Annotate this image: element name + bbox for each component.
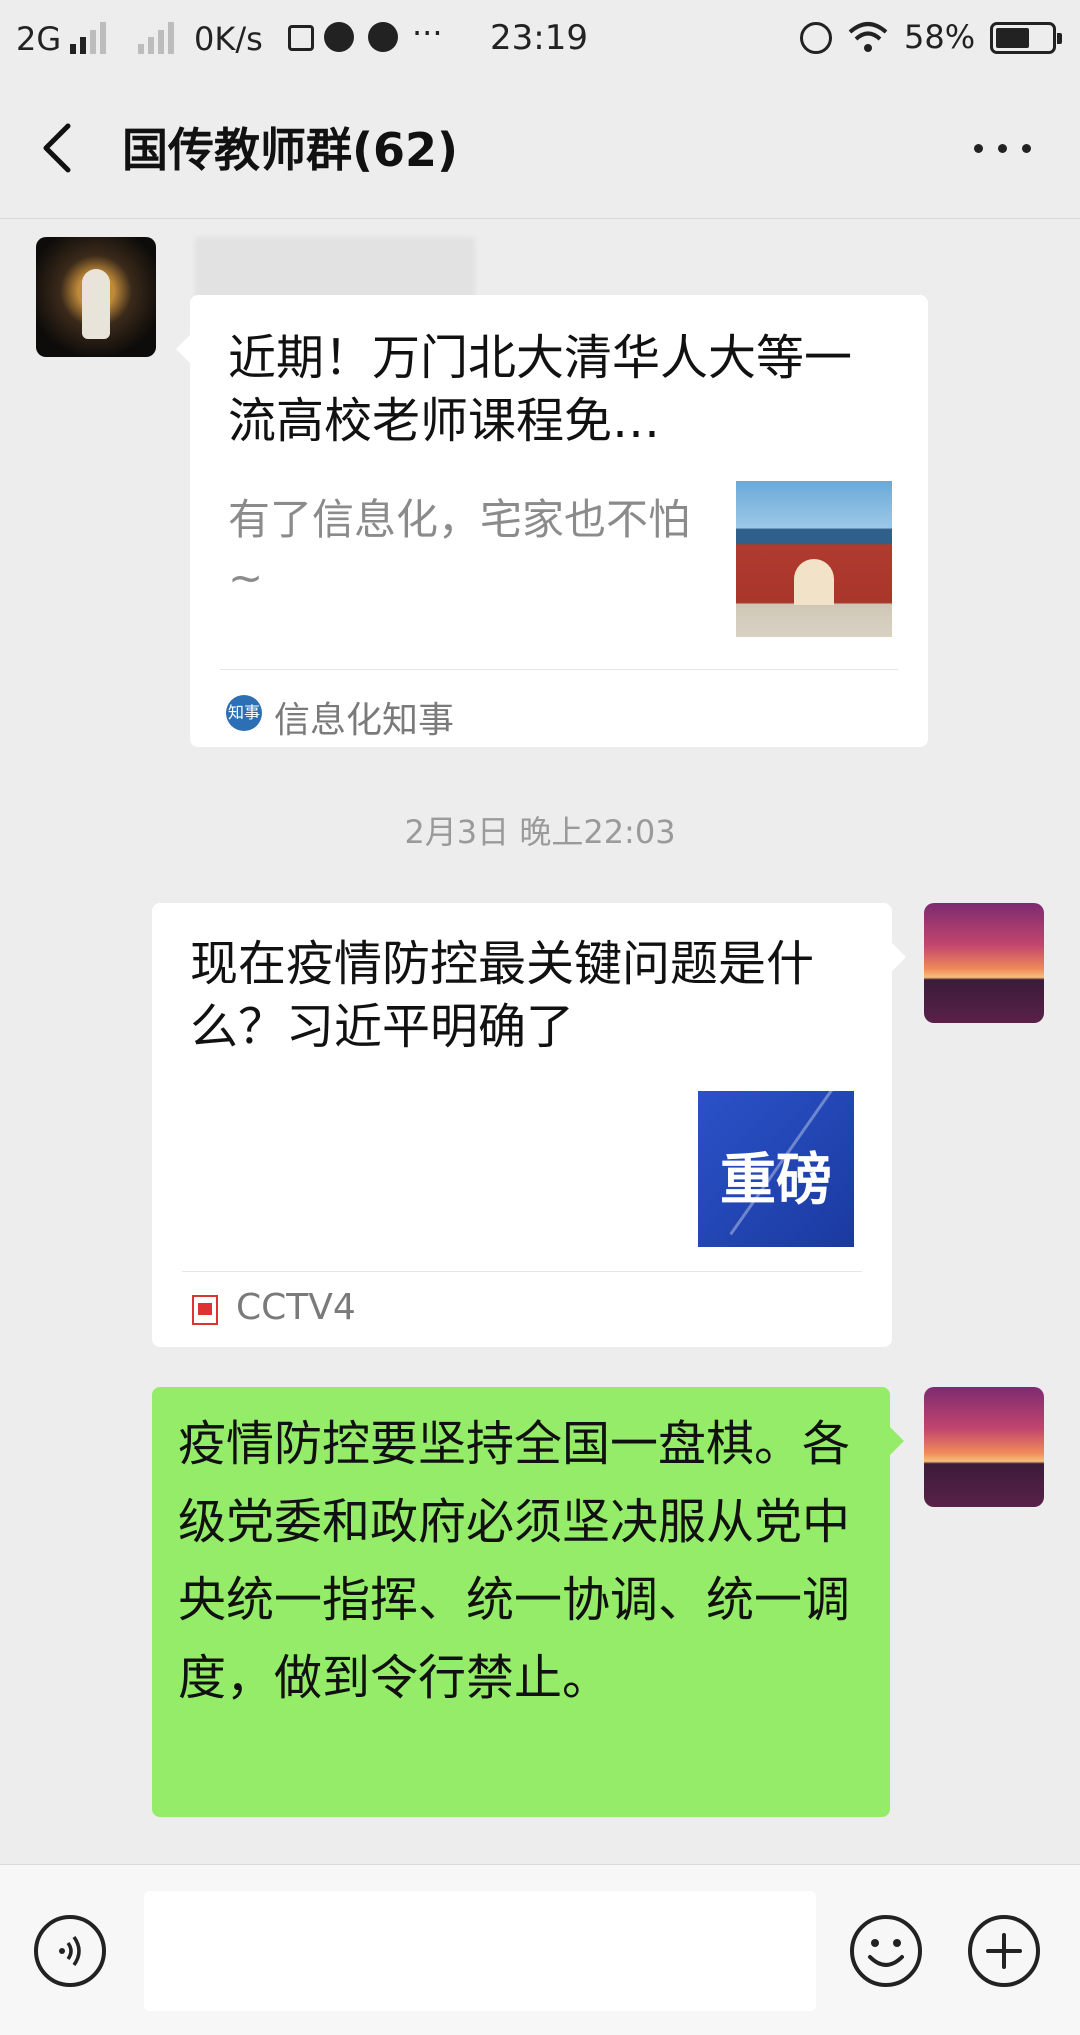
message-input[interactable]: [144, 1891, 816, 2011]
net-speed: 0K/s: [194, 20, 263, 58]
thumbnail-text: 重磅: [720, 1148, 832, 1213]
chat-title: 国传教师群(62): [122, 123, 459, 177]
alarm-icon: [800, 22, 832, 54]
network-type: 2G: [16, 20, 62, 58]
signal-icon-2: [138, 20, 184, 54]
article-source: CCTV4: [236, 1287, 356, 1328]
article-description: 有了信息化，宅家也不怕~: [228, 495, 691, 602]
source-logo-icon: 知事: [226, 695, 262, 731]
article-thumbnail: 重磅: [698, 1091, 854, 1247]
battery-icon: [990, 22, 1062, 54]
emoji-icon[interactable]: [848, 1913, 924, 1989]
play-app-icon: [324, 22, 354, 52]
article-thumbnail: [736, 481, 892, 637]
more-notifications: ···: [412, 14, 443, 52]
status-bar: 2G 0K/s ··· 23:19 58%: [0, 0, 1080, 78]
wifi-icon: [848, 22, 888, 52]
signal-icon: [70, 20, 116, 54]
article-title: 现在疫情防控最关键问题是什么？习近平明确了: [190, 936, 815, 1055]
divider: [220, 669, 898, 670]
clock: 23:19: [490, 18, 588, 58]
more-icon[interactable]: [960, 120, 1050, 176]
my-avatar[interactable]: [924, 903, 1044, 1023]
chat-header: 国传教师群(62): [0, 78, 1080, 219]
plus-icon[interactable]: [966, 1913, 1042, 1989]
chat-app-icon: [368, 22, 398, 52]
sender-avatar[interactable]: [36, 237, 156, 357]
square-app-icon: [288, 25, 314, 51]
article-card-2[interactable]: 现在疫情防控最关键问题是什么？习近平明确了 重磅 CCTV4: [152, 903, 906, 1347]
back-arrow-icon[interactable]: [30, 108, 90, 188]
timestamp: 2月3日 晚上22:03: [404, 813, 676, 851]
voice-icon[interactable]: [32, 1913, 108, 1989]
message-text: 疫情防控要坚持全国一盘棋。各级党委和政府必须坚决服从党中央统一指挥、统一协调、统…: [178, 1416, 851, 1706]
divider: [182, 1271, 862, 1272]
battery-percent: 58%: [904, 18, 976, 56]
chat-messages: 近期！万门北大清华人大等一流高校老师课程免… 有了信息化，宅家也不怕~ 知事 信…: [0, 219, 1080, 1864]
input-bar: [0, 1864, 1080, 2035]
article-title: 近期！万门北大清华人大等一流高校老师课程免…: [228, 330, 853, 449]
text-message-bubble[interactable]: 疫情防控要坚持全国一盘棋。各级党委和政府必须坚决服从党中央统一指挥、统一协调、统…: [152, 1387, 904, 1817]
article-source: 信息化知事: [274, 700, 455, 741]
article-card-1[interactable]: 近期！万门北大清华人大等一流高校老师课程免… 有了信息化，宅家也不怕~ 知事 信…: [176, 295, 928, 747]
cctv-logo-icon: [192, 1295, 218, 1325]
my-avatar[interactable]: [924, 1387, 1044, 1507]
